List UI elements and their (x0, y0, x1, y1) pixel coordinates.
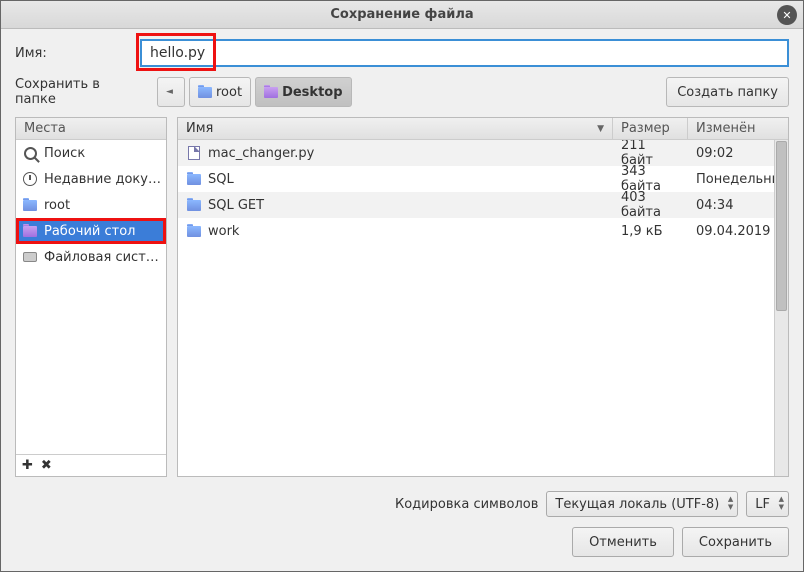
place-item[interactable]: Недавние доку… (16, 166, 166, 192)
save-dialog: Сохранение файла ✕ Имя: Сохранить в папк… (0, 0, 804, 572)
titlebar: Сохранение файла ✕ (1, 1, 803, 29)
file-browser: Места Поиск Недавние доку… root Рабочий сто… (15, 117, 789, 477)
file-modified-cell: 09:02 (688, 146, 788, 161)
file-name-cell: mac_changer.py (178, 146, 613, 161)
column-header-size[interactable]: Размер (613, 118, 688, 139)
file-name-cell: work (178, 224, 613, 239)
encoding-row: Кодировка символов Текущая локаль (UTF-8… (15, 487, 789, 517)
folder-icon (186, 226, 202, 237)
lineending-select[interactable]: LF▲▼ (746, 491, 789, 517)
column-header-modified[interactable]: Изменён (688, 118, 788, 139)
scrollbar-thumb[interactable] (776, 141, 787, 311)
place-item[interactable]: root (16, 192, 166, 218)
places-header: Места (16, 118, 166, 140)
file-name-cell: SQL (178, 172, 613, 187)
encoding-label: Кодировка символов (395, 497, 538, 512)
files-panel: Имя▼ Размер Изменён mac_changer.py211 ба… (177, 117, 789, 477)
scrollbar[interactable] (774, 140, 788, 476)
dialog-buttons: Отменить Сохранить (15, 527, 789, 557)
path-root-label: root (216, 85, 242, 100)
places-panel: Места Поиск Недавние доку… root Рабочий сто… (15, 117, 167, 477)
place-item[interactable]: Рабочий стол (16, 218, 166, 244)
folder-icon (264, 87, 278, 98)
dialog-content: Имя: Сохранить в папке ◄ root Desktop Со… (1, 29, 803, 571)
updown-icon: ▲▼ (728, 495, 733, 511)
places-footer: ✚ ✖ (16, 454, 166, 476)
add-bookmark-icon[interactable]: ✚ (22, 458, 33, 473)
filename-input[interactable] (140, 39, 789, 67)
places-list: Поиск Недавние доку… root Рабочий стол Файло… (16, 140, 166, 454)
folder-row: Сохранить в папке ◄ root Desktop Создать… (15, 77, 789, 107)
triangle-left-icon: ◄ (166, 87, 173, 97)
file-modified-cell: Понедельник (688, 172, 788, 187)
file-row[interactable]: mac_changer.py211 байт09:02 (178, 140, 788, 166)
path-segment-desktop[interactable]: Desktop (255, 77, 351, 107)
column-header-name[interactable]: Имя▼ (178, 118, 613, 139)
folder-icon (22, 200, 38, 211)
window-title: Сохранение файла (330, 7, 473, 22)
create-folder-button[interactable]: Создать папку (666, 77, 789, 107)
file-size-cell: 1,9 кБ (613, 224, 688, 239)
file-row[interactable]: SQL343 байтаПонедельник (178, 166, 788, 192)
files-list: mac_changer.py211 байт09:02SQL343 байтаП… (178, 140, 788, 476)
place-label: Файловая сист… (44, 250, 159, 265)
clock-icon (22, 172, 38, 186)
disk-icon (22, 252, 38, 262)
files-header: Имя▼ Размер Изменён (178, 118, 788, 140)
file-name-cell: SQL GET (178, 198, 613, 213)
place-label: root (44, 198, 70, 213)
path-bar: ◄ root Desktop (153, 77, 352, 107)
place-label: Поиск (44, 146, 85, 161)
filename-row: Имя: (15, 39, 789, 67)
filename-input-wrap (140, 39, 789, 67)
place-item[interactable]: Файловая сист… (16, 244, 166, 270)
cancel-button[interactable]: Отменить (572, 527, 674, 557)
path-back-button[interactable]: ◄ (157, 77, 185, 107)
filename-label: Имя: (15, 46, 130, 61)
file-icon (186, 146, 202, 160)
file-modified-cell: 04:34 (688, 198, 788, 213)
folder-label: Сохранить в папке (15, 77, 143, 107)
folder-icon (198, 87, 212, 98)
file-row[interactable]: work1,9 кБ09.04.2019 (178, 218, 788, 244)
folder-icon (22, 226, 38, 237)
place-label: Недавние доку… (44, 172, 161, 187)
remove-bookmark-icon[interactable]: ✖ (41, 458, 52, 473)
path-segment-root[interactable]: root (189, 77, 251, 107)
file-row[interactable]: SQL GET403 байта04:34 (178, 192, 788, 218)
file-modified-cell: 09.04.2019 (688, 224, 788, 239)
file-size-cell: 403 байта (613, 190, 688, 220)
close-button[interactable]: ✕ (777, 5, 797, 25)
place-label: Рабочий стол (44, 224, 135, 239)
folder-icon (186, 174, 202, 185)
place-item[interactable]: Поиск (16, 140, 166, 166)
updown-icon: ▲▼ (779, 495, 784, 511)
folder-icon (186, 200, 202, 211)
sort-indicator-icon: ▼ (597, 124, 604, 134)
search-icon (22, 147, 38, 160)
encoding-select[interactable]: Текущая локаль (UTF-8)▲▼ (546, 491, 738, 517)
path-desktop-label: Desktop (282, 85, 342, 100)
save-button[interactable]: Сохранить (682, 527, 789, 557)
